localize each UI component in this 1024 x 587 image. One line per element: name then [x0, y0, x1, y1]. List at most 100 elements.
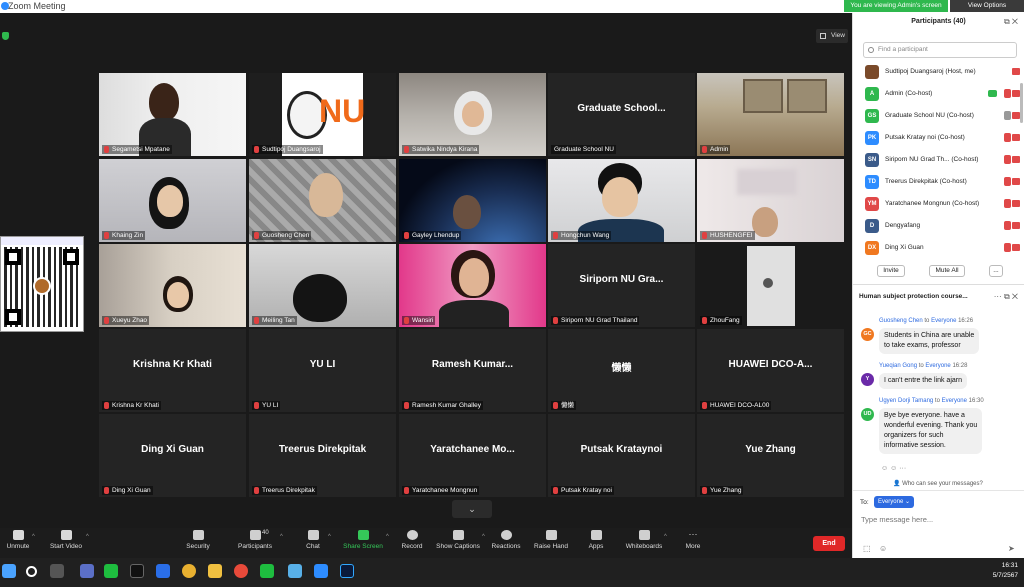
participant-row[interactable]: PK Putsak Kratay noi (Co-host)	[853, 128, 1024, 150]
video-tile[interactable]: Hongchun Wang	[548, 159, 695, 242]
view-options-button[interactable]: View Options	[950, 0, 1024, 12]
video-tile[interactable]: ZhouFang	[697, 244, 844, 327]
participant-row[interactable]: DX Ding Xi Guan	[853, 238, 1024, 260]
popout-icon[interactable]: ⧉	[1004, 17, 1010, 26]
encryption-shield-icon[interactable]	[2, 32, 9, 40]
record-button[interactable]: Record	[400, 530, 424, 550]
video-tile[interactable]: Yue Zhang Yue Zhang	[697, 414, 844, 497]
line-app-icon[interactable]	[260, 564, 274, 578]
task-view-icon[interactable]	[50, 564, 64, 578]
cabinet	[787, 79, 827, 113]
participants-scrollbar[interactable]	[1020, 83, 1023, 123]
unmute-button[interactable]: Unmute	[4, 530, 32, 550]
photoshop-icon[interactable]	[340, 564, 354, 578]
participant-row[interactable]: YM Yaratchanee Mongnun (Co-host)	[853, 194, 1024, 216]
raise-hand-button[interactable]: Raise Hand	[533, 530, 569, 550]
video-tile[interactable]: Admin	[697, 73, 844, 156]
participants-caret-icon[interactable]: ^	[280, 534, 283, 540]
search-icon[interactable]	[26, 566, 37, 577]
participant-row[interactable]: Sudtipoj Duangsaroj (Host, me)	[853, 62, 1024, 84]
reactions-button[interactable]: Reactions	[490, 530, 522, 550]
send-file-icon[interactable]: ⬚	[863, 544, 871, 553]
video-tile[interactable]: Yaratchanee Mo... Yaratchanee Mongnun	[399, 414, 546, 497]
video-tile[interactable]: Satwika Nindya Kirana	[399, 73, 546, 156]
whiteboards-button[interactable]: Whiteboards	[624, 530, 664, 550]
popout-icon[interactable]: ⧉	[1004, 292, 1010, 301]
view-button[interactable]: View	[816, 29, 848, 43]
tile-name: YU LI	[252, 401, 281, 410]
video-tile[interactable]: Xueyu Zhao	[99, 244, 246, 327]
video-tile[interactable]: Guosheng Chen	[249, 159, 396, 242]
mute-all-button[interactable]: Mute All	[929, 265, 965, 277]
more-options-button[interactable]: ...	[989, 265, 1003, 277]
video-tile[interactable]: 懒懒 懒懒	[548, 329, 695, 412]
video-tile[interactable]: Ding Xi Guan Ding Xi Guan	[99, 414, 246, 497]
video-tile[interactable]: YU LI YU LI	[249, 329, 396, 412]
participant-row[interactable]: GS Graduate School NU (Co-host)	[853, 106, 1024, 128]
face	[157, 185, 183, 217]
share-caret-icon[interactable]: ^	[386, 534, 389, 540]
video-tile[interactable]: Segametsi Mpatane	[99, 73, 246, 156]
tile-name: Ding Xi Guan	[102, 486, 153, 495]
edge-browser-icon[interactable]	[156, 564, 170, 578]
video-off-icon	[1012, 156, 1020, 163]
participant-row[interactable]: TD Treerus Direkpitak (Co-host)	[853, 172, 1024, 194]
video-tile[interactable]: Wansiri	[399, 244, 546, 327]
video-tile[interactable]: Krishna Kr Khati Krishna Kr Khati	[99, 329, 246, 412]
whiteboards-caret-icon[interactable]: ^	[664, 534, 667, 540]
video-tile[interactable]: Ramesh Kumar... Ramesh Kumar Ghalley	[399, 329, 546, 412]
tile-name: Siriporn NU Grad Thailand	[551, 316, 640, 325]
video-options-caret-icon[interactable]: ^	[86, 534, 89, 540]
video-tile[interactable]: Putsak Krataynoi Putsak Kratay noi	[548, 414, 695, 497]
participant-row[interactable]: D Dengyafang	[853, 216, 1024, 238]
video-tile[interactable]: Gayley Lhendup	[399, 159, 546, 242]
collapse-chevron-icon[interactable]: ⌄	[452, 500, 492, 518]
recipient-dropdown[interactable]: Everyone ⌄	[874, 496, 914, 508]
invite-button[interactable]: Invite	[877, 265, 905, 277]
more-button[interactable]: ··· More	[682, 530, 704, 551]
participant-row[interactable]: SN Siriporn NU Grad Th... (Co-host)	[853, 150, 1024, 172]
video-tile[interactable]: Siriporn NU Gra... Siriporn NU Grad Thai…	[548, 244, 695, 327]
video-tile[interactable]: HUSHENGFEI	[697, 159, 844, 242]
chat-caret-icon[interactable]: ^	[328, 534, 331, 540]
share-screen-button[interactable]: Share Screen	[343, 530, 383, 550]
video-tile[interactable]: Treerus Direkpitak Treerus Direkpitak	[249, 414, 396, 497]
tiktok-icon[interactable]	[130, 564, 144, 578]
participant-search-input[interactable]: Find a participant	[863, 42, 1017, 58]
video-tile[interactable]: Graduate School... Graduate School NU	[548, 73, 695, 156]
participant-row[interactable]: A Admin (Co-host)	[853, 84, 1024, 106]
chrome-profile-icon[interactable]	[234, 564, 248, 578]
file-explorer-icon[interactable]	[208, 564, 222, 578]
chrome-icon[interactable]	[182, 564, 196, 578]
apps-button[interactable]: Apps	[585, 530, 607, 550]
show-captions-button[interactable]: Show Captions	[436, 530, 480, 550]
who-can-see-link[interactable]: 👤 Who can see your messages?	[893, 480, 983, 487]
audio-options-caret-icon[interactable]: ^	[32, 534, 35, 540]
close-icon[interactable]: ✕	[1012, 17, 1018, 26]
start-video-button[interactable]: Start Video	[48, 530, 84, 550]
windows-start-icon[interactable]	[2, 564, 16, 578]
chat-message-input[interactable]	[861, 512, 1011, 526]
muted-mic-icon	[702, 232, 707, 239]
close-icon[interactable]: ✕	[1012, 292, 1018, 301]
more-dots-icon[interactable]: ···	[994, 292, 1002, 301]
send-icon[interactable]: ➤	[1008, 544, 1015, 553]
end-meeting-button[interactable]: End	[813, 536, 845, 551]
avatar: GS	[865, 109, 879, 123]
captions-caret-icon[interactable]: ^	[482, 534, 485, 540]
system-clock[interactable]: 16:31 5/7/2567	[993, 561, 1018, 581]
tile-name: Graduate School NU	[551, 145, 616, 154]
message-reaction-icons[interactable]: ☺ ☺ ···	[881, 465, 906, 472]
line-app-icon[interactable]	[104, 564, 118, 578]
emoji-icon[interactable]: ☺	[879, 544, 887, 553]
calculator-icon[interactable]	[80, 564, 94, 578]
avatar: YM	[865, 197, 879, 211]
video-tile[interactable]: Meiling Tan	[249, 244, 396, 327]
notes-icon[interactable]	[288, 564, 302, 578]
zoom-icon[interactable]	[314, 564, 328, 578]
chat-button[interactable]: Chat	[302, 530, 324, 550]
security-button[interactable]: Security	[184, 530, 212, 550]
video-tile[interactable]: HUAWEI DCO-A... HUAWEI DCO-AL00	[697, 329, 844, 412]
video-tile[interactable]: Khaing Zin	[99, 159, 246, 242]
video-tile[interactable]: NU Sudtipoj Duangsaroj	[249, 73, 396, 156]
